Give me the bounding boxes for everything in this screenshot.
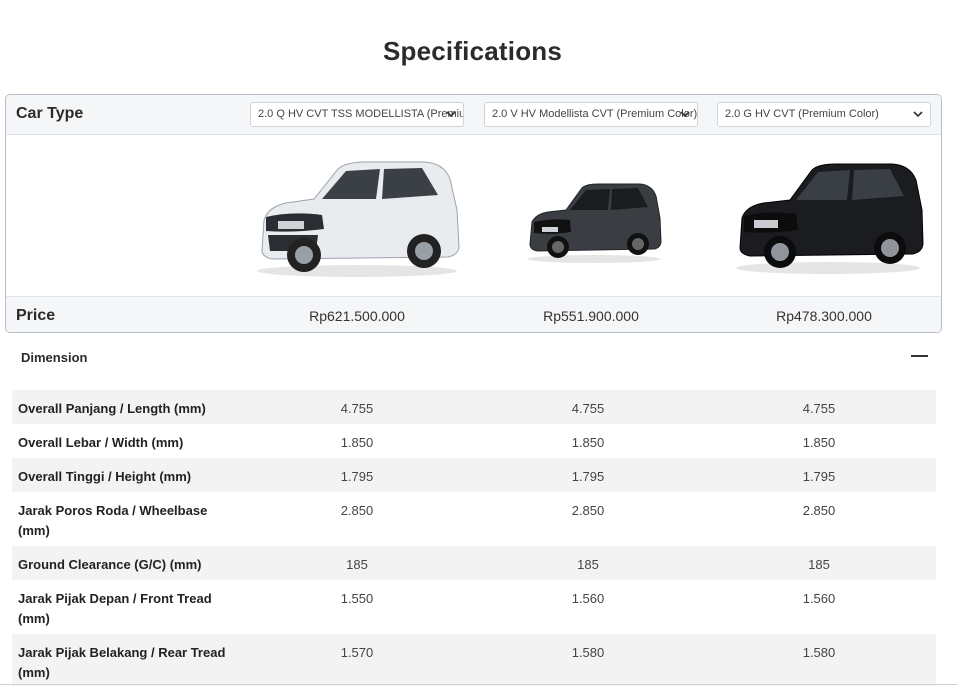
spec-value: 2.850 <box>571 503 605 518</box>
table-row: Overall Panjang / Length (mm) 4.755 4.75… <box>12 390 936 424</box>
spec-value: 1.850 <box>340 435 374 450</box>
spec-label: Jarak Pijak Belakang / Rear Tread (mm) <box>18 645 226 680</box>
spec-value: 4.755 <box>802 401 836 416</box>
table-row: Ground Clearance (G/C) (mm) 185 185 185 <box>12 546 936 580</box>
spec-value: 1.850 <box>571 435 605 450</box>
table-row: Jarak Poros Roda / Wheelbase (mm) 2.850 … <box>12 492 936 546</box>
variant-select-1[interactable]: 2.0 Q HV CVT TSS MODELLISTA (Premium Col… <box>250 102 464 127</box>
car-type-row: Car Type 2.0 Q HV CVT TSS MODELLISTA (Pr… <box>6 95 941 135</box>
spec-value: 1.850 <box>802 435 836 450</box>
section-title: Dimension <box>21 350 88 365</box>
car-type-label: Car Type <box>16 105 84 122</box>
spec-value: 1.560 <box>802 591 836 606</box>
spec-label: Jarak Pijak Depan / Front Tread (mm) <box>18 591 212 626</box>
collapse-minus-icon[interactable] <box>911 355 928 357</box>
spec-value: 1.795 <box>802 469 836 484</box>
page-title: Specifications <box>382 36 563 66</box>
spec-value: 1.795 <box>340 469 374 484</box>
spec-label: Ground Clearance (G/C) (mm) <box>18 557 202 572</box>
chevron-down-icon <box>446 111 456 118</box>
variant-select-3-value: 2.0 G HV CVT (Premium Color) <box>725 108 879 120</box>
car-image-2 <box>528 183 662 263</box>
spec-value: 4.755 <box>340 401 374 416</box>
variant-select-2-value: 2.0 V HV Modellista CVT (Premium Color) <box>492 108 698 120</box>
price-value: Rp478.300.000 <box>776 308 872 324</box>
table-row: Overall Tinggi / Height (mm) 1.795 1.795… <box>12 458 936 492</box>
spec-value: 4.755 <box>571 401 605 416</box>
spec-label: Jarak Poros Roda / Wheelbase (mm) <box>18 503 208 538</box>
spec-label: Overall Panjang / Length (mm) <box>18 401 206 416</box>
car-image-1 <box>257 161 460 277</box>
table-row: Jarak Pijak Depan / Front Tread (mm) 1.5… <box>12 580 936 634</box>
chevron-down-icon <box>913 111 923 118</box>
spec-value: 1.560 <box>571 591 605 606</box>
table-row: Jarak Pijak Belakang / Rear Tread (mm) 1… <box>12 634 936 686</box>
car-image-3 <box>736 163 924 274</box>
spec-value: 1.795 <box>571 469 605 484</box>
dimension-spec-table: Overall Panjang / Length (mm) 4.755 4.75… <box>12 390 936 686</box>
divider <box>0 684 957 685</box>
spec-value: 1.580 <box>571 645 605 660</box>
spec-value: 1.580 <box>802 645 836 660</box>
spec-label: Overall Lebar / Width (mm) <box>18 435 184 450</box>
variant-select-1-value: 2.0 Q HV CVT TSS MODELLISTA (Premium Col… <box>258 108 463 120</box>
price-row: Price Rp621.500.000 Rp551.900.000 Rp478.… <box>6 296 941 332</box>
spec-label: Overall Tinggi / Height (mm) <box>18 469 192 484</box>
spec-value: 1.570 <box>340 645 374 660</box>
price-label: Price <box>16 307 56 324</box>
spec-value: 2.850 <box>802 503 836 518</box>
variant-select-2[interactable]: 2.0 V HV Modellista CVT (Premium Color) <box>484 102 698 127</box>
dimension-section-header[interactable]: Dimension <box>12 340 937 374</box>
price-value: Rp551.900.000 <box>543 308 639 324</box>
spec-value: 185 <box>808 557 830 572</box>
spec-value: 185 <box>346 557 368 572</box>
variant-select-3[interactable]: 2.0 G HV CVT (Premium Color) <box>717 102 931 127</box>
spec-value: 185 <box>577 557 599 572</box>
compare-card: Car Type 2.0 Q HV CVT TSS MODELLISTA (Pr… <box>5 94 942 333</box>
spec-value: 2.850 <box>340 503 374 518</box>
spec-value: 1.550 <box>340 591 374 606</box>
table-row: Overall Lebar / Width (mm) 1.850 1.850 1… <box>12 424 936 458</box>
price-value: Rp621.500.000 <box>309 308 405 324</box>
chevron-down-icon <box>680 111 690 118</box>
